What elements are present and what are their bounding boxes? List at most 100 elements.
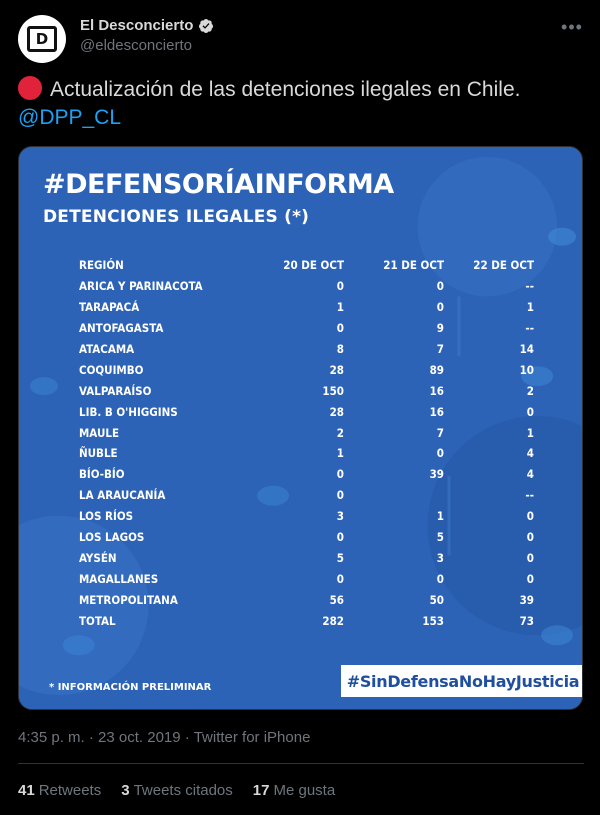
table-row: TARAPACÁ 1 0 1 [79, 297, 534, 318]
count-cell: -- [525, 279, 534, 294]
count-cell: 0 [526, 571, 534, 586]
tweet-date[interactable]: 23 oct. 2019 [98, 729, 181, 746]
retweets-label: Retweets [38, 782, 102, 799]
table-header-row: REGIÓN 20 DE OCT 21 DE OCT 22 DE OCT [79, 255, 534, 276]
table-row: VALPARAÍSO 150 16 2 [79, 380, 534, 401]
count-cell: 0 [336, 488, 344, 503]
count-cell: 9 [436, 321, 444, 336]
meta-separator: · [184, 729, 190, 746]
count-cell: 14 [519, 342, 534, 356]
column-header: 22 DE OCT [473, 258, 534, 273]
table-body: ARICA Y PARINACOTA 0 0 -- TARAPACÁ 1 0 1 ANTOFAG… [79, 276, 534, 631]
likes-stat[interactable]: 17 Me gusta [253, 782, 335, 799]
table-row: ATACAMA 8 7 14 [79, 339, 534, 360]
region-cell: BÍO-BÍO [79, 467, 125, 482]
campaign-hashtag-banner: #SinDefensaNoHayJusticia [341, 665, 582, 697]
count-cell: 1 [526, 300, 534, 315]
tweet-stats: 41 Retweets 3 Tweets citados 17 Me gusta [18, 782, 355, 799]
column-header: 20 DE OCT [283, 258, 344, 273]
quotes-count: 3 [121, 782, 130, 799]
retweets-stat[interactable]: 41 Retweets [18, 782, 101, 799]
count-cell: 4 [526, 446, 534, 461]
tweet-body: Actualización de las detenciones ilegale… [50, 78, 521, 101]
count-cell: 1 [336, 446, 344, 461]
region-cell: ANTOFAGASTA [79, 321, 164, 336]
region-cell: COQUIMBO [79, 362, 144, 377]
count-cell: 0 [336, 571, 344, 586]
count-cell: -- [525, 488, 534, 503]
count-cell: 16 [429, 404, 444, 419]
region-cell: LA ARAUCANÍA [79, 488, 166, 503]
region-cell: VALPARAÍSO [79, 383, 152, 398]
count-cell: 7 [436, 342, 444, 356]
meta-separator: · [88, 729, 94, 746]
column-header: REGIÓN [79, 258, 124, 273]
count-cell: 89 [429, 362, 444, 377]
mention-link[interactable]: @DPP_CL [18, 106, 121, 129]
avatar[interactable]: D [18, 15, 66, 63]
count-cell: 153 [422, 613, 444, 628]
likes-count: 17 [252, 782, 270, 799]
count-cell: 0 [436, 446, 444, 461]
count-cell: 4 [526, 467, 534, 482]
more-options-icon[interactable]: ••• [560, 15, 584, 39]
table-row: LA ARAUCANÍA 0 -- [79, 485, 534, 506]
table-row: MAULE 2 7 1 [79, 422, 534, 443]
region-cell: ARICA Y PARINACOTA [79, 279, 203, 294]
table-row: METROPOLITANA 56 50 39 [79, 589, 534, 610]
table-row: ÑUBLE 1 0 4 [79, 443, 534, 464]
tweet-meta: 4:35 p. m. · 23 oct. 2019 · Twitter for … [18, 729, 310, 746]
region-cell: TOTAL [79, 613, 116, 628]
count-cell: 73 [519, 613, 534, 628]
region-cell: METROPOLITANA [79, 592, 178, 607]
detentions-table: REGIÓN 20 DE OCT 21 DE OCT 22 DE OCT ARI… [79, 255, 534, 631]
count-cell: 16 [429, 383, 444, 398]
author-handle[interactable]: @eldesconcierto [80, 37, 192, 54]
divider [18, 763, 584, 764]
count-cell: 10 [519, 362, 534, 377]
count-cell: 1 [436, 509, 444, 524]
count-cell: 28 [329, 404, 344, 419]
region-cell: TARAPACÁ [79, 300, 140, 315]
region-cell: MAULE [79, 425, 120, 440]
count-cell: 56 [329, 592, 344, 607]
table-row: BÍO-BÍO 0 39 4 [79, 464, 534, 485]
count-cell: 0 [336, 321, 344, 336]
quotes-stat[interactable]: 3 Tweets citados [121, 782, 233, 799]
table-row: ANTOFAGASTA 0 9 -- [79, 318, 534, 339]
region-cell: ÑUBLE [79, 446, 118, 461]
count-cell: 0 [336, 467, 344, 482]
count-cell: -- [525, 321, 534, 336]
table-row: MAGALLANES 0 0 0 [79, 568, 534, 589]
table-row: LIB. B O'HIGGINS 28 16 0 [79, 401, 534, 422]
count-cell: 0 [336, 530, 344, 545]
retweets-count: 41 [18, 782, 35, 799]
table-row: AYSÉN 5 3 0 [79, 547, 534, 568]
quotes-label: Tweets citados [133, 782, 233, 799]
author-name-row[interactable]: El Desconcierto [80, 17, 214, 34]
tweet-source[interactable]: Twitter for iPhone [194, 729, 311, 746]
tweet-media-image[interactable]: #DEFENSORÍAINFORMA DETENCIONES ILEGALES … [18, 146, 583, 710]
tweet-time[interactable]: 4:35 p. m. [18, 729, 85, 746]
tweet-header: D El Desconcierto @eldesconcierto ••• [18, 13, 584, 63]
author-display-name[interactable]: El Desconcierto [80, 17, 193, 34]
count-cell: 1 [336, 300, 344, 315]
tweet-text: Actualización de las detenciones ilegale… [18, 76, 588, 132]
count-cell: 0 [336, 279, 344, 294]
count-cell: 5 [336, 550, 344, 565]
table-row: ARICA Y PARINACOTA 0 0 -- [79, 276, 534, 297]
image-hashtag-title: #DEFENSORÍAINFORMA [43, 169, 394, 200]
count-cell: 28 [329, 362, 344, 377]
verified-badge-icon [199, 18, 214, 33]
image-footnote: * INFORMACIÓN PRELIMINAR [49, 682, 212, 693]
count-cell: 50 [429, 592, 444, 607]
region-cell: AYSÉN [79, 550, 117, 565]
likes-label: Me gusta [273, 782, 336, 799]
count-cell: 0 [526, 530, 534, 545]
count-cell: 150 [322, 383, 344, 398]
region-cell: LOS LAGOS [79, 530, 145, 545]
avatar-logo-icon: D [27, 26, 57, 52]
image-subtitle: DETENCIONES ILEGALES (*) [43, 207, 310, 227]
count-cell: 0 [526, 404, 534, 419]
count-cell: 0 [526, 550, 534, 565]
